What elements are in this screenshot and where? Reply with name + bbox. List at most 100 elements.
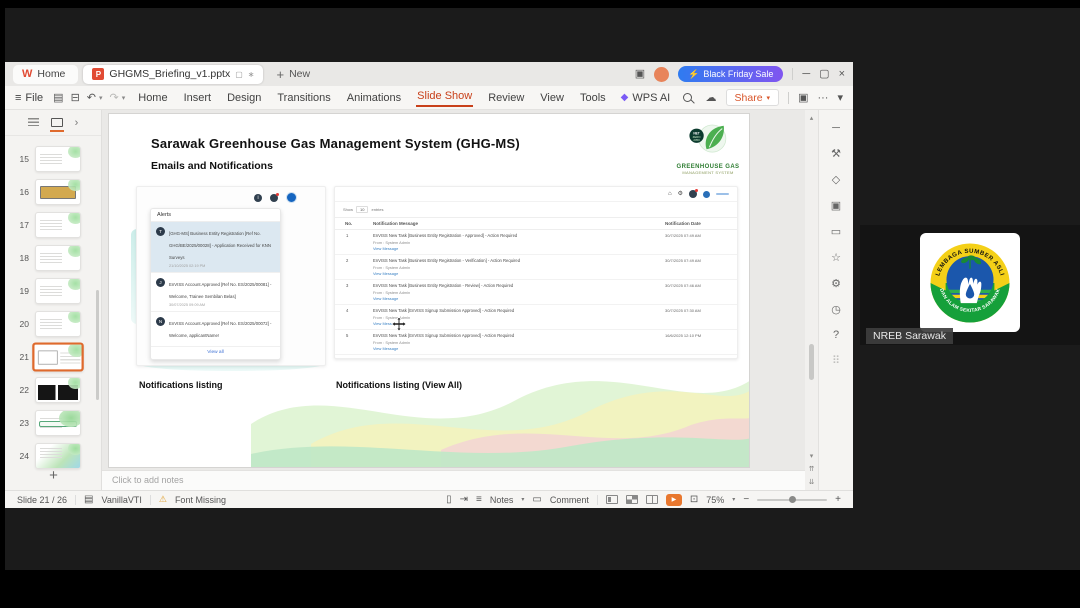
undo-icon[interactable]: ↶ (87, 91, 96, 104)
undo-dropdown-icon[interactable]: ▾ (99, 94, 103, 102)
slide-view-icon[interactable] (49, 118, 64, 132)
slide-thumbnail-row[interactable]: 18 (5, 241, 101, 274)
close-button[interactable]: × (839, 68, 845, 80)
tab-document[interactable]: P GHGMS_Briefing_v1.pptx ▢ ∗ (83, 64, 264, 84)
slide-thumbnail-row[interactable]: 21 (5, 340, 101, 373)
slide-21[interactable]: Sarawak Greenhouse Gas Management System… (108, 113, 750, 468)
export-icon[interactable]: ⇥ (460, 494, 468, 505)
ai-assistant-icon[interactable]: ◇ (832, 173, 840, 186)
notes-dropdown-icon[interactable]: ▾ (521, 496, 524, 503)
slide-sorter-icon[interactable] (625, 495, 638, 504)
row-message-cell: EnVISS New Task [EnVISS Signup Submissio… (373, 333, 665, 351)
tab-home[interactable]: W Home (13, 64, 79, 84)
share-button[interactable]: Share ▾ (725, 89, 780, 106)
slide-thumbnail[interactable] (35, 277, 81, 304)
scroll-up-icon[interactable]: ▴ (810, 114, 814, 122)
slideshow-play-button[interactable]: ▶ (665, 493, 682, 506)
alert-text: EnVISS Account Approved [Ref No. ES/2025… (169, 282, 272, 299)
toolbar-layout-icon[interactable]: ▣ (798, 91, 808, 104)
new-tab-button[interactable]: + New (276, 67, 310, 82)
redo-dropdown-icon[interactable]: ▾ (122, 94, 126, 102)
zoom-level[interactable]: 75% (706, 495, 724, 505)
row-from: From : System Admin (373, 314, 411, 320)
outline-view-icon[interactable] (27, 118, 39, 127)
menu-item[interactable]: Slide Show (416, 88, 474, 107)
scrollbar-thumb[interactable] (809, 344, 814, 380)
redo-icon[interactable]: ↷ (110, 91, 119, 104)
slide-thumbnail[interactable] (35, 211, 81, 238)
collapse-rail-icon[interactable]: ─ (832, 122, 840, 134)
notes-input-area[interactable]: Click to add notes (102, 470, 805, 490)
notes-toggle[interactable]: Notes (490, 495, 514, 505)
help-icon[interactable]: ? (833, 329, 839, 341)
menu-item[interactable]: View (539, 90, 565, 106)
window-stack-icon[interactable]: ▣ (635, 68, 645, 80)
tools-icon[interactable]: ⚒ (831, 147, 841, 160)
slide-thumbnail[interactable] (35, 310, 81, 337)
slide-thumbnail[interactable] (35, 442, 81, 469)
alert-text: [GHG-MS] Business Entity Registration [R… (169, 231, 271, 260)
font-missing-warning[interactable]: Font Missing (175, 495, 226, 505)
slide-thumbnail-row[interactable]: 15 (5, 142, 101, 175)
minimize-button[interactable]: ─ (802, 68, 810, 80)
previous-slide-icon[interactable]: ⇈ (809, 465, 815, 473)
slide-thumbnail-row[interactable]: 22 (5, 373, 101, 406)
normal-view-icon[interactable] (605, 495, 618, 504)
slide-thumbnail[interactable] (35, 178, 81, 205)
scroll-down-icon[interactable]: ▾ (810, 452, 814, 460)
slide-number: 17 (19, 219, 29, 230)
menu-item[interactable]: Animations (346, 90, 402, 106)
promo-button[interactable]: ⚡ Black Friday Sale (678, 66, 784, 82)
more-options-icon[interactable]: ··· (817, 92, 828, 104)
apps-grid-icon[interactable]: ⠿ (832, 354, 840, 367)
print-icon[interactable]: ⊟ (71, 91, 80, 104)
zoom-slider[interactable] (757, 495, 828, 503)
comment-button[interactable]: Comment (550, 495, 589, 505)
menu-item[interactable]: Home (137, 90, 168, 106)
slide-thumbnail[interactable] (35, 244, 81, 271)
maximize-button[interactable]: ▢ (819, 68, 829, 80)
menu-item[interactable]: Review (487, 90, 525, 106)
settings-icon[interactable]: ⚙ (831, 277, 841, 290)
slide-thumbnail-row[interactable]: 17 (5, 208, 101, 241)
search-icon[interactable] (683, 93, 693, 102)
history-icon[interactable]: ◷ (831, 303, 841, 316)
comment-panel-icon[interactable]: ▭ (831, 225, 841, 238)
slide-thumbnail-row[interactable]: 23 (5, 406, 101, 439)
participant-video-tile[interactable]: LEMBAGA SUMBER ASLI DAN ALAM SEKITAR SAR… (860, 225, 1080, 345)
slide-thumbnail[interactable] (35, 409, 81, 436)
zoom-slider-knob[interactable] (788, 495, 796, 503)
save-icon[interactable]: ▤ (53, 91, 63, 104)
table-row: 2 EnVISS New Task [Business Entity Regis… (335, 255, 737, 280)
zoom-in-icon[interactable]: + (835, 494, 841, 505)
slide-thumbnail[interactable] (35, 145, 81, 172)
menu-item[interactable]: Tools (579, 90, 607, 106)
account-avatar[interactable] (654, 66, 670, 82)
favorites-icon[interactable]: ☆ (831, 251, 841, 264)
vertical-scrollbar[interactable]: ▴ ▾ ⇈ ⇊ (805, 110, 818, 490)
slide-thumbnail-row[interactable]: 20 (5, 307, 101, 340)
slide-thumbnail[interactable] (32, 341, 84, 372)
zoom-dropdown-icon[interactable]: ▾ (732, 496, 735, 503)
reading-view-icon[interactable] (645, 495, 658, 504)
fit-slide-icon[interactable]: ⊡ (690, 494, 698, 505)
menu-item[interactable]: Insert (183, 90, 213, 106)
thumbnail-scrollbar[interactable] (96, 290, 99, 400)
wps-ai-button[interactable]: ◆ WPS AI (621, 92, 671, 104)
collapse-ribbon-icon[interactable]: ▾ (837, 91, 843, 104)
phone-view-icon[interactable]: ▯ (446, 494, 452, 505)
panel-expand-icon[interactable]: › (75, 117, 79, 129)
slide-thumbnail[interactable] (35, 376, 81, 403)
next-slide-icon[interactable]: ⇊ (809, 478, 815, 486)
entries-select: 10 (356, 206, 369, 213)
cloud-sync-icon[interactable]: ☁ (706, 91, 717, 104)
slide-thumbnail-row[interactable]: 19 (5, 274, 101, 307)
add-slide-button[interactable]: + (5, 467, 102, 484)
file-menu-button[interactable]: ≡ File (15, 92, 43, 104)
zoom-out-icon[interactable]: − (743, 494, 749, 505)
theme-name[interactable]: VanillaVTI (102, 495, 142, 505)
menu-item[interactable]: Transitions (276, 90, 331, 106)
slide-thumbnail-row[interactable]: 16 (5, 175, 101, 208)
menu-item[interactable]: Design (226, 90, 262, 106)
shapes-icon[interactable]: ▣ (831, 199, 841, 212)
